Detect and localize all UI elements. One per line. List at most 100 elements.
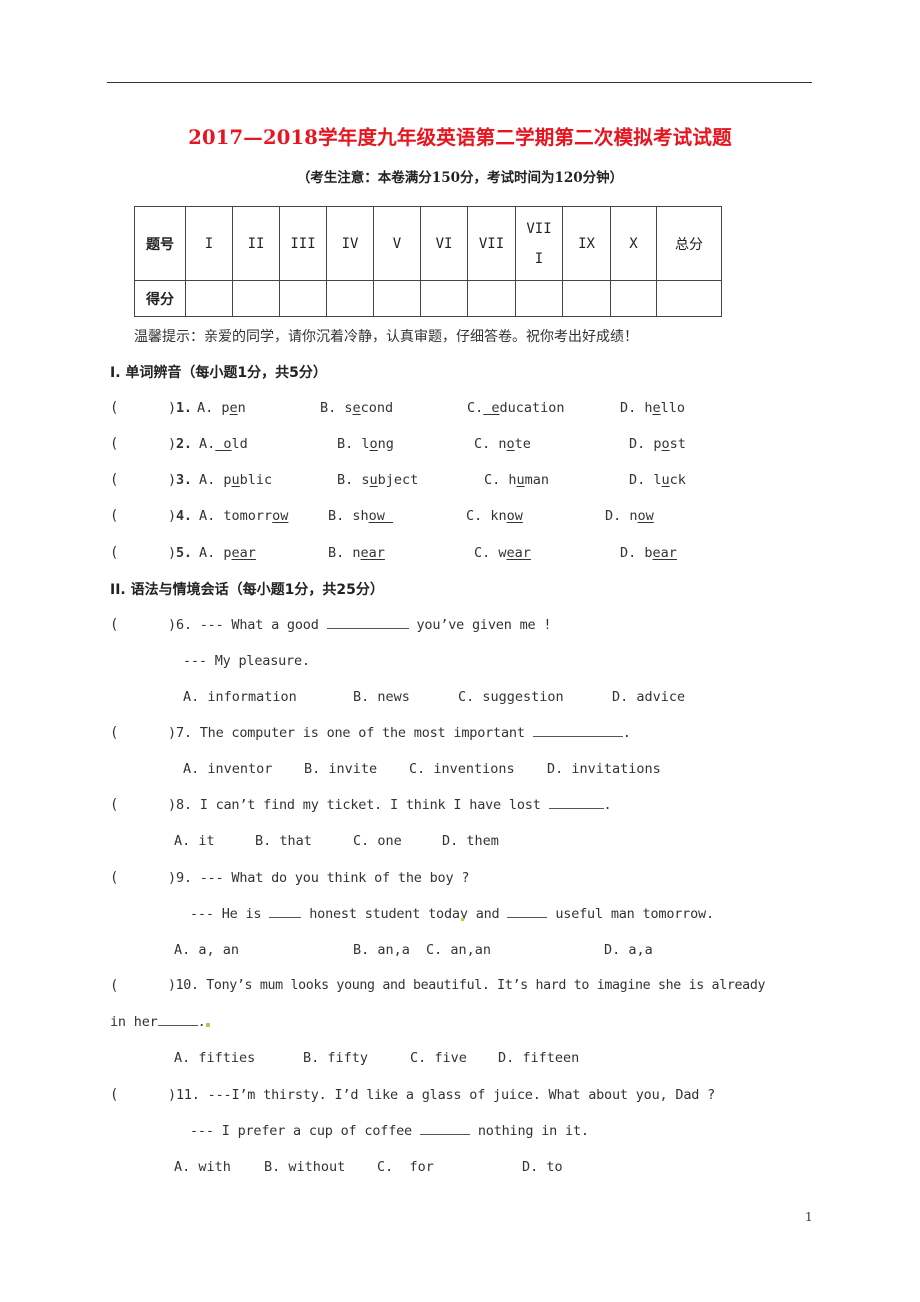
option-a[interactable]: A. inventor — [183, 761, 272, 777]
underlined-sound: ow — [506, 508, 523, 524]
score-cell-total[interactable] — [656, 280, 722, 317]
option-b[interactable]: B. near — [328, 545, 385, 561]
option-a[interactable]: A. with — [174, 1159, 231, 1175]
option-d[interactable]: D. to — [522, 1159, 563, 1175]
option-a[interactable]: A. fifties — [174, 1050, 255, 1066]
col-header: X — [610, 206, 657, 281]
score-cell[interactable] — [326, 280, 374, 317]
col-header: IX — [562, 206, 611, 281]
answer-blank — [548, 797, 604, 809]
page-number: 1 — [805, 1210, 813, 1224]
answer-paren[interactable]: ( — [110, 978, 118, 994]
option-d[interactable]: D. advice — [612, 689, 685, 705]
score-table-score-row: 得分 — [134, 280, 722, 317]
answer-blank — [269, 906, 302, 918]
answer-paren[interactable]: ( — [110, 545, 118, 561]
option-c[interactable]: C. an,an — [426, 942, 491, 958]
answer-paren[interactable]: ( — [110, 1087, 118, 1103]
score-table: 题号 I II III IV V VI VII VII I IX X 总分 得分 — [134, 206, 722, 317]
score-cell[interactable] — [232, 280, 280, 317]
underlined-sound: ear — [506, 545, 531, 561]
answer-paren[interactable]: ( — [110, 617, 118, 633]
option-c[interactable]: C. know — [466, 508, 523, 524]
underlined-sound: ow — [272, 508, 289, 524]
score-cell[interactable] — [515, 280, 563, 317]
question-4-number: )4. — [168, 508, 192, 524]
option-b[interactable]: B. that — [255, 833, 312, 849]
option-a[interactable]: A. tomorrow — [199, 508, 288, 524]
underlined-sound: ear — [360, 545, 385, 561]
option-b[interactable]: B. an,a — [353, 942, 410, 958]
option-b[interactable]: B. invite — [304, 761, 377, 777]
row-label-score: 得分 — [134, 280, 186, 317]
option-c[interactable]: C. for — [377, 1159, 434, 1175]
option-c[interactable]: C. suggestion — [458, 689, 564, 705]
question-11: )11. ---I’m thirsty. I’d like a glass of… — [168, 1087, 716, 1103]
answer-paren[interactable]: ( — [110, 436, 118, 452]
option-b[interactable]: B. news — [353, 689, 410, 705]
option-a[interactable]: A. pen — [197, 400, 246, 416]
option-a[interactable]: A. a, an — [174, 942, 239, 958]
option-c[interactable]: C. education — [467, 400, 565, 416]
col-header: V — [373, 206, 421, 281]
option-c[interactable]: C. note — [474, 436, 531, 452]
option-a[interactable]: A. it — [174, 833, 215, 849]
question-5-number: )5. — [168, 545, 192, 561]
option-d[interactable]: D. invitations — [547, 761, 661, 777]
score-cell[interactable] — [185, 280, 233, 317]
underlined-sound: ear — [231, 545, 256, 561]
option-b[interactable]: B. second — [320, 400, 393, 416]
answer-blank — [532, 725, 623, 737]
question-11-reply: --- I prefer a cup of coffee nothing in … — [190, 1123, 589, 1139]
score-table-header-row: 题号 I II III IV V VI VII VII I IX X 总分 — [134, 206, 722, 281]
option-b[interactable]: B. fifty — [303, 1050, 368, 1066]
col-header: VII — [467, 206, 516, 281]
option-d[interactable]: D. post — [629, 436, 686, 452]
option-a[interactable]: A. public — [199, 472, 272, 488]
artifact-mark — [461, 918, 464, 921]
underlined-sound: u — [516, 472, 525, 488]
option-a[interactable]: A. old — [199, 436, 248, 452]
answer-paren[interactable]: ( — [110, 870, 118, 886]
option-c[interactable]: C. one — [353, 833, 402, 849]
header-rule — [107, 82, 812, 83]
option-d[interactable]: D. bear — [620, 545, 677, 561]
option-c[interactable]: C. wear — [474, 545, 531, 561]
score-cell[interactable] — [373, 280, 421, 317]
section-heading-2: II. 语法与情境会话（每小题1分，共25分） — [110, 582, 384, 598]
question-10-continued: in her. — [110, 1014, 206, 1030]
score-cell[interactable] — [467, 280, 516, 317]
option-b[interactable]: B. show — [328, 508, 393, 524]
option-d[interactable]: D. a,a — [604, 942, 653, 958]
underlined-sound: u — [661, 472, 670, 488]
option-b[interactable]: B. subject — [337, 472, 418, 488]
question-7: )7. The computer is one of the most impo… — [168, 725, 631, 741]
option-a[interactable]: A. pear — [199, 545, 256, 561]
option-d[interactable]: D. luck — [629, 472, 686, 488]
option-d[interactable]: D. hello — [620, 400, 685, 416]
score-cell[interactable] — [279, 280, 327, 317]
exam-notice: （考生注意：本卷满分150分，考试时间为120分钟） — [296, 170, 624, 186]
option-d[interactable]: D. now — [605, 508, 654, 524]
answer-paren[interactable]: ( — [110, 797, 118, 813]
answer-paren[interactable]: ( — [110, 472, 118, 488]
underlined-sound: o — [215, 436, 232, 452]
option-b[interactable]: B. long — [337, 436, 394, 452]
option-d[interactable]: D. them — [442, 833, 499, 849]
question-3-number: )3. — [168, 472, 192, 488]
option-c[interactable]: C. inventions — [409, 761, 515, 777]
option-c[interactable]: C. human — [484, 472, 549, 488]
option-d[interactable]: D. fifteen — [498, 1050, 579, 1066]
option-b[interactable]: B. without — [264, 1159, 345, 1175]
score-cell[interactable] — [420, 280, 468, 317]
answer-blank — [326, 617, 409, 629]
underlined-sound: o — [661, 436, 670, 452]
option-a[interactable]: A. information — [183, 689, 297, 705]
answer-paren[interactable]: ( — [110, 725, 118, 741]
score-cell[interactable] — [562, 280, 611, 317]
answer-paren[interactable]: ( — [110, 400, 118, 416]
option-c[interactable]: C. five — [410, 1050, 467, 1066]
score-cell[interactable] — [610, 280, 657, 317]
answer-paren[interactable]: ( — [110, 508, 118, 524]
artifact-mark — [206, 1023, 210, 1027]
